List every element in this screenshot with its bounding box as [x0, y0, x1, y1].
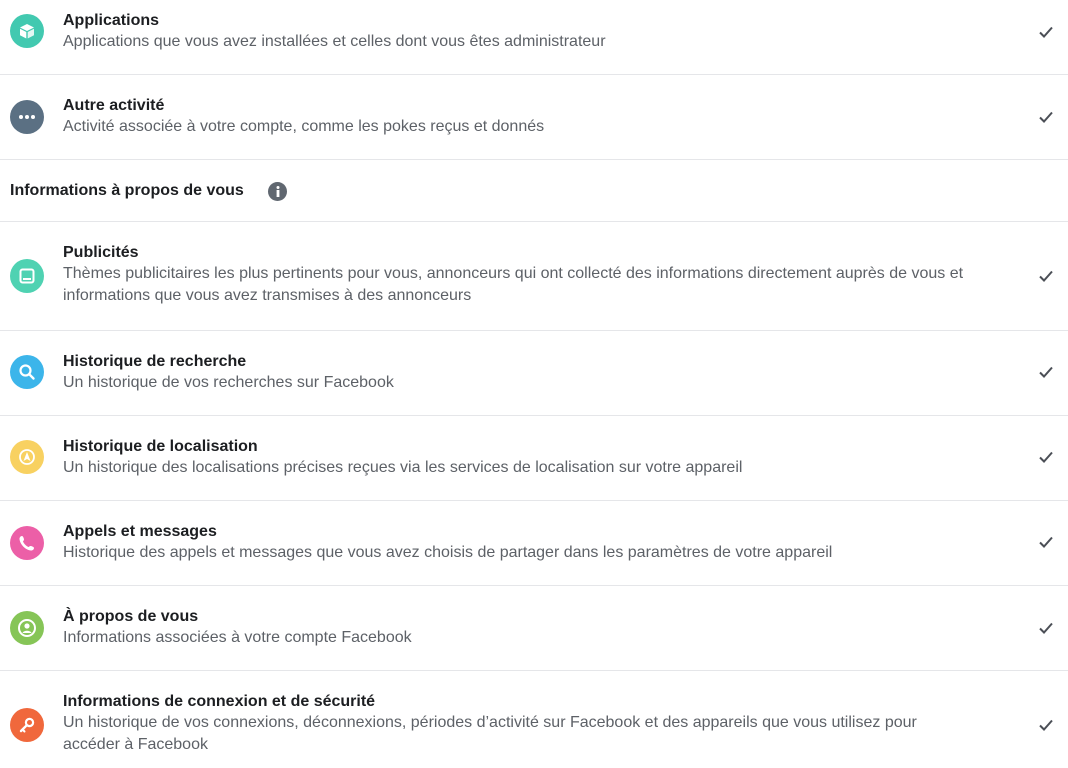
checkmark-icon[interactable] — [1036, 532, 1056, 552]
item-description-line-1: Thèmes publicitaires les plus pertinents… — [63, 265, 964, 282]
item-description: Un historique des localisations précises… — [63, 459, 743, 476]
list-item-ads[interactable]: Publicités Thèmes publicitaires les plus… — [0, 222, 1068, 331]
list-item-location-history[interactable]: Historique de localisation Un historique… — [0, 416, 1068, 501]
search-icon — [10, 355, 44, 389]
item-title: Informations de connexion et de sécurité — [63, 693, 376, 710]
info-icon[interactable] — [268, 182, 287, 201]
checkmark-icon[interactable] — [1036, 362, 1056, 382]
location-icon — [10, 440, 44, 474]
item-description-line-2: accéder à Facebook — [63, 736, 208, 753]
item-title: Historique de localisation — [63, 438, 258, 455]
section-header-about-you: Informations à propos de vous — [0, 0, 1068, 222]
item-title: Appels et messages — [63, 523, 217, 540]
item-description: Historique des appels et messages que vo… — [63, 544, 833, 561]
item-description-line-1: Un historique de vos connexions, déconne… — [63, 714, 917, 731]
checkmark-icon[interactable] — [1036, 715, 1056, 735]
checkmark-icon[interactable] — [1036, 618, 1056, 638]
section-title: Informations à propos de vous — [10, 182, 244, 199]
item-title: Publicités — [63, 244, 139, 261]
item-description: Informations associées à votre compte Fa… — [63, 629, 412, 646]
key-icon — [10, 708, 44, 742]
item-description: Un historique de vos recherches sur Face… — [63, 374, 394, 391]
checkmark-icon[interactable] — [1036, 266, 1056, 286]
item-description-line-2: informations que vous avez transmises à … — [63, 287, 472, 304]
list-item-calls-messages[interactable]: Appels et messages Historique des appels… — [0, 501, 1068, 586]
checkmark-icon[interactable] — [1036, 447, 1056, 467]
item-title: À propos de vous — [63, 608, 199, 625]
profile-icon — [10, 611, 44, 645]
list-item-login-security[interactable]: Informations de connexion et de sécurité… — [0, 671, 1068, 768]
ads-screen-icon — [10, 259, 44, 293]
list-item-search-history[interactable]: Historique de recherche Un historique de… — [0, 331, 1068, 416]
data-category-list: Applications Applications que vous avez … — [0, 0, 1068, 768]
item-title: Historique de recherche — [63, 353, 247, 370]
list-item-about-you[interactable]: À propos de vous Informations associées … — [0, 586, 1068, 671]
phone-icon — [10, 526, 44, 560]
